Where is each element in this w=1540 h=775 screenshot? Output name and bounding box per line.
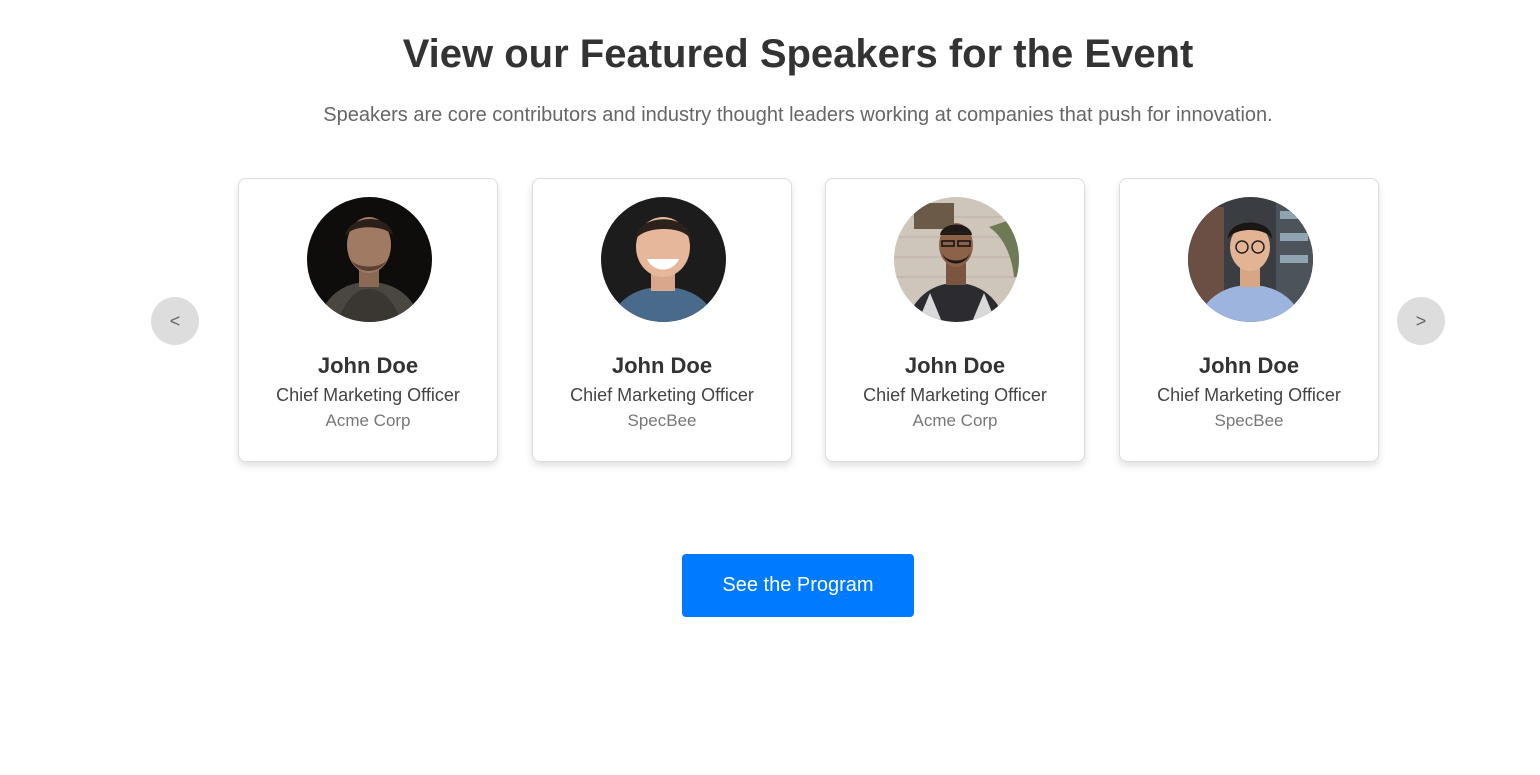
speaker-card: John Doe Chief Marketing Officer Acme Co… xyxy=(825,178,1085,462)
speaker-company: SpecBee xyxy=(1214,411,1284,430)
carousel-prev-button[interactable]: < xyxy=(151,297,199,345)
speaker-company: Acme Corp xyxy=(325,411,411,430)
page-title: View our Featured Speakers for the Event xyxy=(402,32,1194,76)
page-subtitle: Speakers are core contributors and indus… xyxy=(323,104,1273,126)
speaker-name: John Doe xyxy=(904,353,1006,378)
speaker-avatar xyxy=(1188,197,1313,322)
speaker-company: SpecBee xyxy=(627,411,697,430)
speaker-card: John Doe Chief Marketing Officer SpecBee xyxy=(532,178,792,462)
speaker-avatar xyxy=(894,197,1019,322)
speaker-card: John Doe Chief Marketing Officer Acme Co… xyxy=(238,178,498,462)
speaker-company: Acme Corp xyxy=(912,411,998,430)
speaker-avatar xyxy=(307,197,432,322)
speaker-role: Chief Marketing Officer xyxy=(570,385,754,405)
see-program-button[interactable]: See the Program xyxy=(682,554,914,617)
speaker-avatar xyxy=(601,197,726,322)
speaker-name: John Doe xyxy=(611,353,713,378)
carousel-next-button[interactable]: > xyxy=(1397,297,1445,345)
speaker-role: Chief Marketing Officer xyxy=(276,385,460,405)
speaker-card: John Doe Chief Marketing Officer SpecBee xyxy=(1119,178,1379,462)
speaker-name: John Doe xyxy=(1198,353,1300,378)
speaker-name: John Doe xyxy=(317,353,419,378)
speaker-role: Chief Marketing Officer xyxy=(1157,385,1341,405)
speaker-role: Chief Marketing Officer xyxy=(863,385,1047,405)
